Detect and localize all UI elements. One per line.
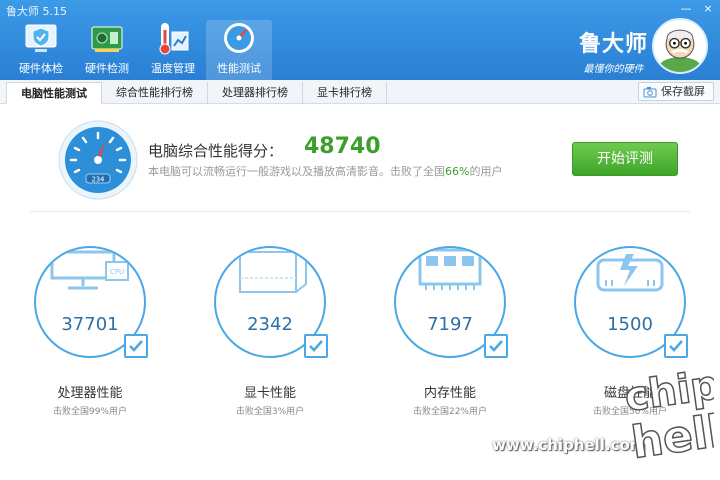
mascot-icon — [659, 29, 701, 72]
disk-score: 1500 — [607, 314, 653, 335]
memory-label: 内存性能 — [423, 386, 476, 401]
app-title: 鲁大师 5.15 — [6, 5, 67, 18]
nav-label: 性能测试 — [217, 62, 261, 75]
check-icon — [304, 334, 328, 358]
tab-bar: 电脑性能测试 综合性能排行榜 处理器排行榜 显卡排行榜 保存截屏 — [0, 80, 720, 104]
speedometer-icon — [221, 20, 257, 56]
nav-label: 硬件检测 — [85, 62, 129, 75]
memory-beat-text: 击败全国22%用户 — [412, 407, 487, 417]
camera-icon — [643, 86, 657, 97]
cpu-card: CPU 37701 处理器性能 击败全国99%用户 — [34, 246, 154, 426]
brand-name: 鲁大师 — [578, 32, 648, 57]
gpu-label: 显卡性能 — [243, 386, 296, 401]
score-desc-prefix: 本电脑可以流畅运行一般游戏以及播放高清影音。击败了全国 — [148, 165, 445, 178]
tab-overall-ranking[interactable]: 综合性能排行榜 — [102, 82, 208, 104]
score-percent: 66% — [445, 165, 470, 178]
memory-card: 7197 内存性能 击败全国22%用户 — [394, 246, 514, 426]
title-bar: 鲁大师 5.15 — × 硬件体检 硬件检测 温度管理 性能测试 鲁大师 最懂你… — [0, 0, 720, 80]
start-benchmark-button[interactable]: 开始评测 — [572, 142, 678, 176]
divider — [30, 211, 690, 212]
graphics-card-icon — [237, 248, 307, 293]
window-controls: — × — [678, 2, 716, 16]
tab-pc-performance[interactable]: 电脑性能测试 — [6, 82, 102, 104]
memory-module-icon — [418, 248, 482, 290]
gauge-readout: 234 — [92, 176, 105, 184]
close-button[interactable]: × — [700, 2, 716, 16]
gpu-card: 2342 显卡性能 击败全国3%用户 — [214, 246, 334, 426]
watermark-logo: chip hell — [622, 362, 714, 462]
cpu-label: 处理器性能 — [57, 386, 123, 401]
check-icon — [484, 334, 508, 358]
save-screenshot-button[interactable]: 保存截屏 — [638, 82, 714, 101]
cpu-monitor-icon: CPU — [50, 250, 129, 290]
overall-score: 48740 — [304, 134, 381, 159]
check-icon — [664, 334, 688, 358]
score-description: 本电脑可以流畅运行一般游戏以及播放高清影音。击败了全国66%的用户 — [148, 163, 502, 179]
brand-slogan: 最懂你的硬件 — [583, 64, 644, 75]
check-icon — [124, 334, 148, 358]
hard-disk-icon — [596, 254, 664, 292]
nav-label: 温度管理 — [151, 62, 195, 75]
main-nav: 硬件体检 硬件检测 温度管理 性能测试 — [8, 20, 272, 80]
mascot-avatar — [652, 18, 708, 74]
gpu-score: 2342 — [247, 314, 293, 335]
memory-score: 7197 — [427, 314, 473, 335]
tabs: 电脑性能测试 综合性能排行榜 处理器排行榜 显卡排行榜 — [6, 82, 387, 104]
svg-text:CPU: CPU — [110, 268, 124, 276]
thermometer-icon — [155, 20, 191, 56]
circuit-board-icon — [89, 20, 125, 56]
nav-hardware-checkup[interactable]: 硬件体检 — [8, 20, 74, 80]
brand: 鲁大师 最懂你的硬件 — [579, 26, 648, 75]
nav-performance-test[interactable]: 性能测试 — [206, 20, 272, 80]
tab-cpu-ranking[interactable]: 处理器排行榜 — [208, 82, 303, 104]
shield-check-icon — [23, 20, 59, 56]
nav-temperature[interactable]: 温度管理 — [140, 20, 206, 80]
gpu-beat-text: 击败全国3%用户 — [235, 407, 305, 417]
cpu-beat-text: 击败全国99%用户 — [52, 407, 127, 417]
performance-gauge: 234 — [58, 120, 138, 200]
nav-hardware-detect[interactable]: 硬件检测 — [74, 20, 140, 80]
score-desc-suffix: 的用户 — [469, 165, 503, 178]
score-label: 电脑综合性能得分： — [148, 142, 284, 160]
minimize-button[interactable]: — — [678, 2, 694, 16]
tab-gpu-ranking[interactable]: 显卡排行榜 — [303, 82, 387, 104]
cpu-score: 37701 — [61, 314, 119, 335]
nav-label: 硬件体检 — [19, 62, 63, 75]
save-screenshot-label: 保存截屏 — [661, 85, 705, 98]
